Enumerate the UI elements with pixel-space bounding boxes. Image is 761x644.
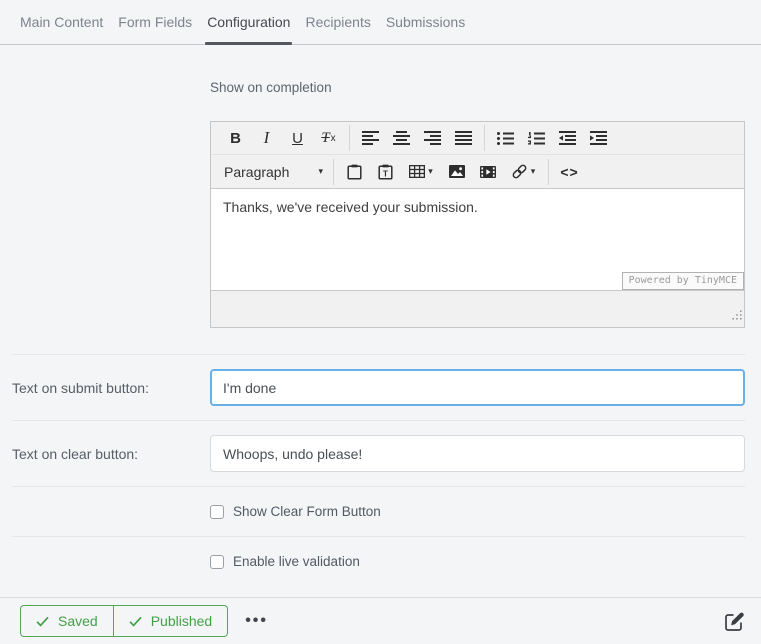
paragraph-format-value: Paragraph: [224, 164, 289, 180]
show-on-completion-label: Show on completion: [210, 80, 745, 95]
resize-handle[interactable]: [732, 307, 742, 325]
insert-media-button[interactable]: [472, 159, 503, 185]
tab-bar: Main Content Form Fields Configuration R…: [0, 0, 761, 45]
paste-as-text-button[interactable]: T: [370, 159, 401, 185]
indent-icon: [590, 131, 607, 145]
show-on-completion-section: Show on completion B I U Tx: [12, 45, 745, 354]
numbered-list-icon: [528, 132, 545, 145]
tab-configuration[interactable]: Configuration: [207, 0, 290, 44]
chevron-down-icon: ▾: [531, 167, 536, 176]
tab-main-content[interactable]: Main Content: [20, 0, 103, 44]
more-options-button[interactable]: •••: [245, 613, 268, 629]
bold-button[interactable]: B: [220, 125, 251, 151]
toolbar-row-2: Paragraph ▾ T ▾: [211, 155, 744, 188]
outdent-button[interactable]: [552, 125, 583, 151]
rich-text-editor: B I U Tx: [210, 121, 745, 328]
italic-button[interactable]: I: [251, 125, 282, 151]
numbered-list-button[interactable]: [521, 125, 552, 151]
show-clear-form-label: Show Clear Form Button: [233, 504, 381, 519]
compose-icon: [724, 611, 745, 632]
toolbar-separator: [484, 125, 485, 151]
submit-button-text-row: Text on submit button:: [12, 354, 745, 420]
paragraph-format-dropdown[interactable]: Paragraph ▾: [220, 159, 328, 185]
underline-button[interactable]: U: [282, 125, 313, 151]
link-icon: [511, 163, 528, 180]
live-validation-label: Enable live validation: [233, 554, 360, 569]
link-dropdown-button[interactable]: ▾: [503, 159, 543, 185]
media-icon: [480, 166, 496, 178]
bullet-list-button[interactable]: [490, 125, 521, 151]
resize-grip-icon: [732, 310, 742, 320]
toolbar-separator: [333, 159, 334, 185]
clear-formatting-icon: T: [321, 130, 329, 147]
check-icon: [36, 616, 49, 627]
live-validation-checkbox[interactable]: [210, 555, 224, 569]
live-validation-row: Enable live validation: [12, 536, 745, 586]
paste-icon: [347, 164, 362, 180]
table-icon: [409, 165, 425, 178]
image-icon: [449, 165, 465, 178]
clear-button-text-row: Text on clear button:: [12, 420, 745, 486]
svg-text:T: T: [383, 169, 388, 178]
toolbar-separator: [349, 125, 350, 151]
align-right-button[interactable]: [417, 125, 448, 151]
insert-image-button[interactable]: [441, 159, 472, 185]
footer-bar: Saved Published •••: [0, 597, 761, 644]
editor-toolbar: B I U Tx: [211, 122, 744, 189]
tab-recipients[interactable]: Recipients: [305, 0, 370, 44]
paste-button[interactable]: [339, 159, 370, 185]
bullet-list-icon: [497, 132, 514, 145]
submit-button-text-input[interactable]: [210, 369, 745, 406]
toolbar-separator: [548, 159, 549, 185]
chevron-down-icon: ▾: [318, 167, 323, 176]
tab-submissions[interactable]: Submissions: [386, 0, 465, 44]
align-left-button[interactable]: [355, 125, 386, 151]
clear-button-text-label: Text on clear button:: [12, 446, 210, 462]
check-icon: [129, 616, 142, 627]
status-button-group: Saved Published: [20, 605, 228, 637]
chevron-down-icon: ▾: [428, 167, 433, 176]
tab-form-fields[interactable]: Form Fields: [118, 0, 192, 44]
align-center-button[interactable]: [386, 125, 417, 151]
table-dropdown-button[interactable]: ▾: [401, 159, 441, 185]
clear-formatting-button[interactable]: Tx: [313, 125, 344, 151]
clear-button-text-input[interactable]: [210, 435, 745, 472]
submit-button-text-label: Text on submit button:: [12, 380, 210, 396]
configuration-panel: Show on completion B I U Tx: [12, 45, 745, 586]
align-center-icon: [393, 131, 410, 145]
saved-label: Saved: [58, 613, 98, 629]
paste-as-text-icon: T: [378, 164, 393, 180]
toolbar-row-1: B I U Tx: [211, 122, 744, 155]
align-right-icon: [424, 131, 441, 145]
show-clear-form-row: Show Clear Form Button: [12, 486, 745, 536]
source-code-button[interactable]: <>: [554, 159, 585, 185]
indent-button[interactable]: [583, 125, 614, 151]
show-clear-form-checkbox[interactable]: [210, 505, 224, 519]
published-label: Published: [151, 613, 213, 629]
align-left-icon: [362, 131, 379, 145]
edit-button[interactable]: [724, 611, 745, 632]
saved-button[interactable]: Saved: [21, 606, 113, 636]
align-justify-icon: [455, 131, 472, 145]
tinymce-branding-link[interactable]: Powered by TinyMCE: [622, 272, 744, 290]
editor-statusbar: [211, 290, 744, 327]
outdent-icon: [559, 131, 576, 145]
published-button[interactable]: Published: [113, 606, 228, 636]
align-justify-button[interactable]: [448, 125, 479, 151]
